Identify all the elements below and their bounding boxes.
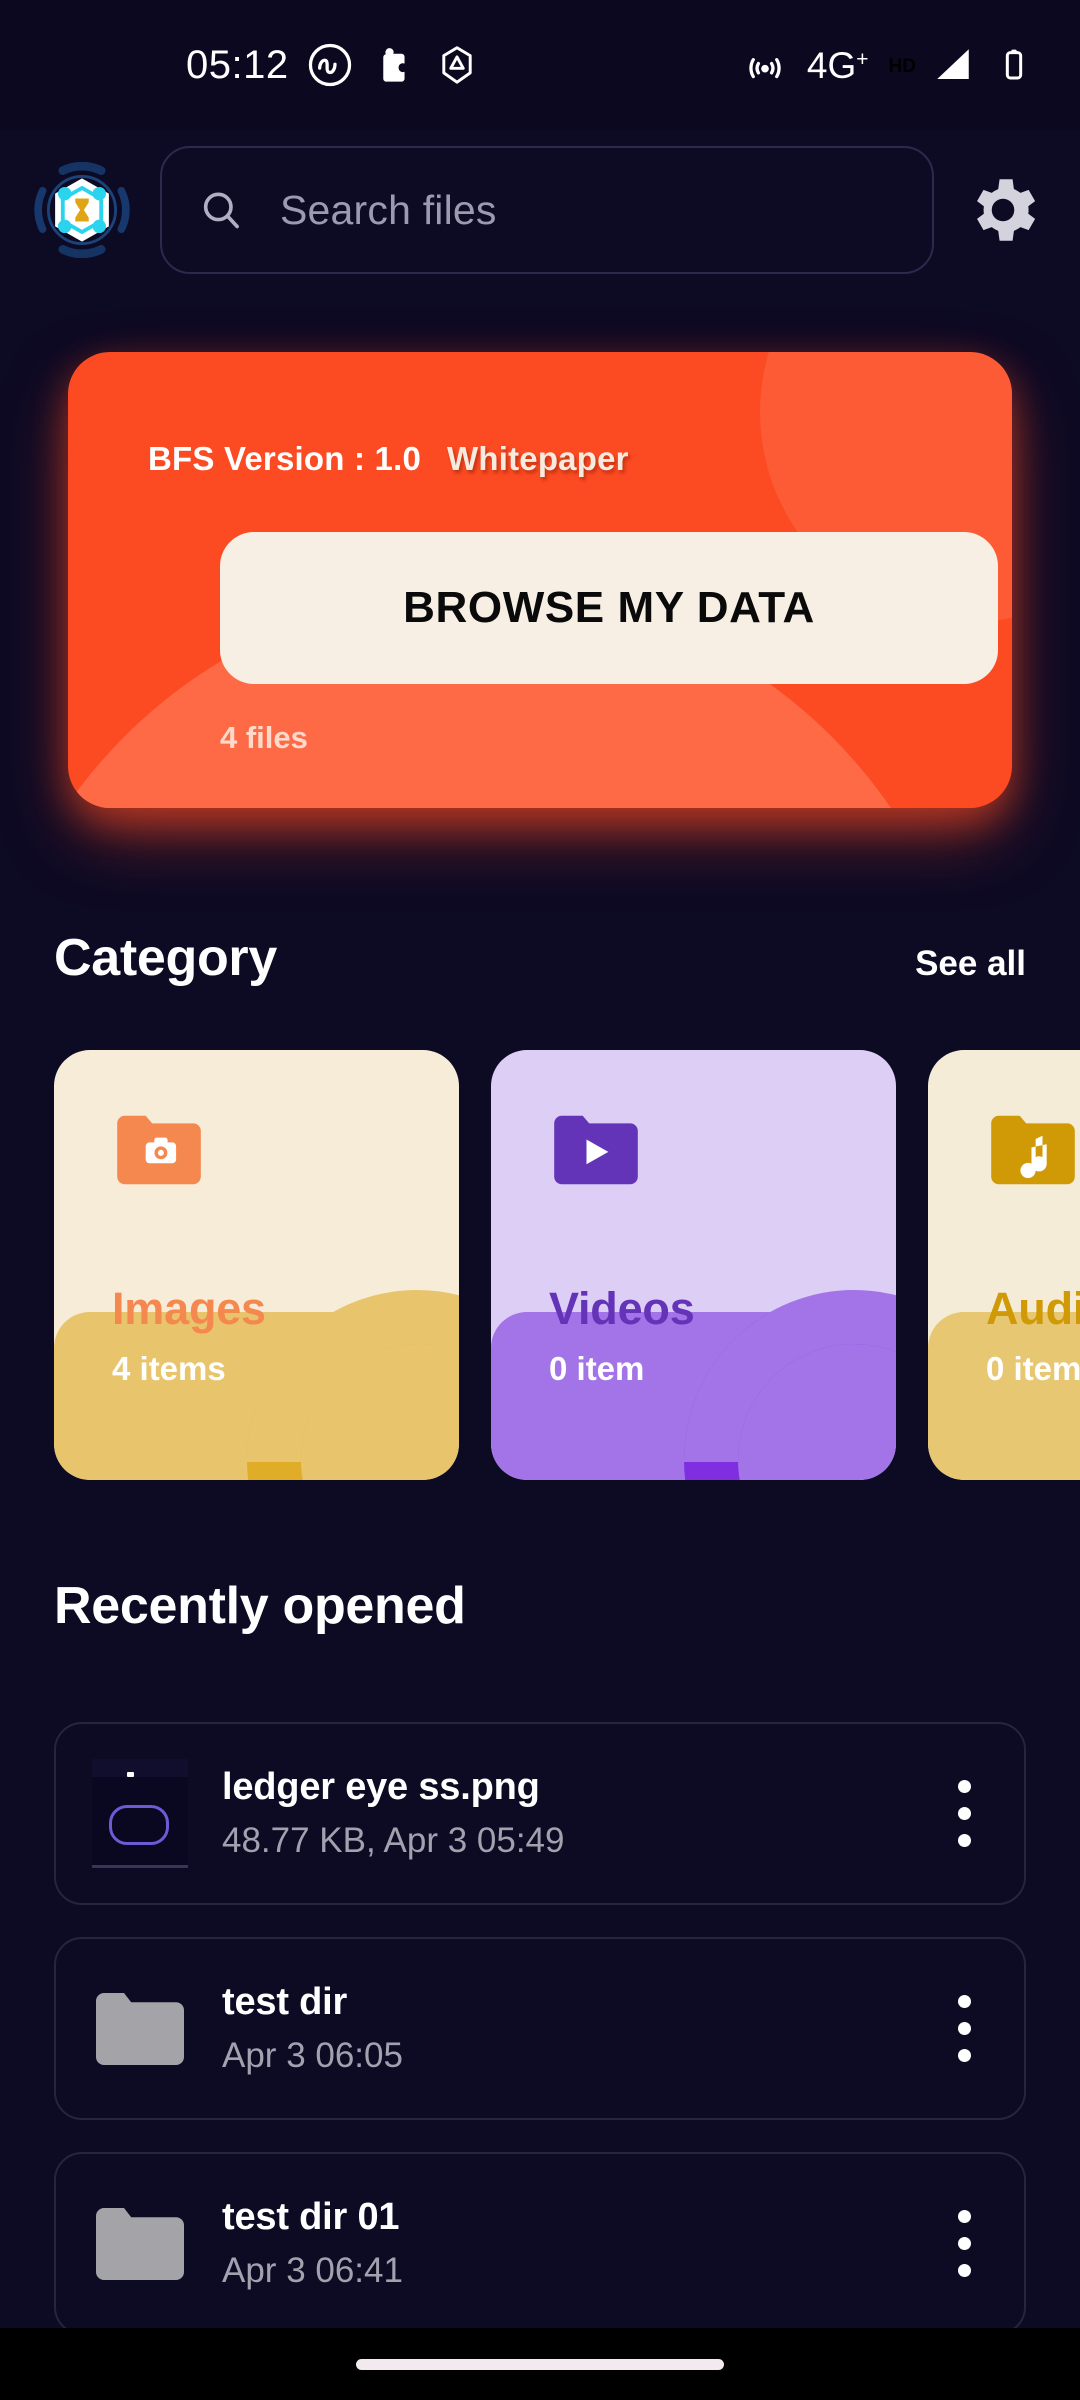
bfs-app-logo[interactable] (34, 161, 130, 259)
list-item[interactable]: ledger eye ss.png 48.77 KB, Apr 3 05:49 (54, 1722, 1026, 1905)
whitepaper-link[interactable]: Whitepaper (447, 440, 629, 478)
battery-icon (994, 45, 1034, 85)
kebab-menu-icon[interactable] (940, 2198, 988, 2290)
app-header: Search files (0, 130, 1080, 290)
recently-opened-title: Recently opened (54, 1577, 466, 1635)
category-card-count: 4 items (112, 1350, 226, 1387)
category-card-videos[interactable]: Videos 0 item (491, 1050, 896, 1480)
list-item-text: ledger eye ss.png 48.77 KB, Apr 3 05:49 (222, 1766, 940, 1861)
category-card-audio[interactable]: Audio 0 item (928, 1050, 1080, 1480)
file-meta: Apr 3 06:05 (222, 2036, 403, 2075)
file-meta: Apr 3 06:41 (222, 2251, 403, 2290)
search-icon (198, 187, 244, 233)
hero-card: BFS Version : 1.0 Whitepaper BROWSE MY D… (68, 352, 1012, 808)
category-card-footer (928, 1312, 1080, 1480)
status-bar-left: 05:12 (186, 42, 479, 88)
file-name: ledger eye ss.png (222, 1766, 540, 1808)
network-type-label: 4G + (806, 44, 869, 86)
folder-icon (92, 2189, 188, 2299)
category-card-images[interactable]: Images 4 items (54, 1050, 459, 1480)
app-screen: 05:12 4G + HD Search files BFS Version:… (0, 0, 1080, 2400)
list-item[interactable]: test dir Apr 3 06:05 (54, 1937, 1026, 2120)
home-indicator[interactable] (356, 2358, 724, 2370)
category-see-all-button[interactable]: See all (915, 944, 1026, 984)
category-card-label: Audio (986, 1283, 1080, 1334)
browse-my-data-button[interactable]: BROWSE MY DATA (220, 532, 998, 684)
file-meta: 48.77 KB, Apr 3 05:49 (222, 1821, 565, 1860)
file-name: test dir (222, 1981, 348, 2023)
recent-section-header: Recently opened (0, 1576, 1080, 1636)
status-bar: 05:12 4G + HD (0, 0, 1080, 130)
image-thumbnail (92, 1758, 188, 1869)
triangle-app-icon (435, 43, 479, 87)
settings-button[interactable] (960, 167, 1046, 253)
list-item-text: test dir Apr 3 06:05 (222, 1981, 940, 2076)
puzzle-extension-icon (371, 42, 417, 88)
hd-voice-label: HD (888, 56, 916, 77)
signal-icon (932, 44, 974, 86)
category-card-count: 0 item (986, 1350, 1080, 1387)
category-section-header: Category See all (0, 928, 1080, 988)
music-folder-icon (986, 1112, 1080, 1188)
kebab-menu-icon[interactable] (940, 1768, 988, 1860)
search-placeholder: Search files (280, 186, 497, 233)
list-item-text: test dir 01 Apr 3 06:41 (222, 2196, 940, 2291)
gear-icon (962, 169, 1044, 251)
recently-opened-list: ledger eye ss.png 48.77 KB, Apr 3 05:49 … (54, 1722, 1026, 2367)
coinmarketcap-icon (307, 42, 353, 88)
bfs-version-label: BFS Version : 1.0 (148, 440, 421, 477)
file-name: test dir 01 (222, 2196, 400, 2238)
hero-version-row: BFS Version : 1.0 Whitepaper (148, 440, 629, 478)
status-bar-clock: 05:12 (186, 43, 289, 87)
system-navigation-bar (0, 2328, 1080, 2400)
hotspot-icon (743, 43, 787, 87)
status-bar-right: 4G + HD (743, 43, 1034, 87)
kebab-menu-icon[interactable] (940, 1983, 988, 2075)
play-folder-icon (549, 1112, 643, 1188)
list-item[interactable]: test dir 01 Apr 3 06:41 (54, 2152, 1026, 2335)
category-card-label: Videos (549, 1283, 695, 1334)
category-card-count: 0 item (549, 1350, 645, 1387)
category-title: Category (54, 929, 277, 987)
category-card-label: Images (112, 1283, 266, 1334)
search-input[interactable]: Search files (160, 146, 934, 274)
hero-file-count: 4 files (220, 720, 308, 755)
folder-icon (92, 1974, 188, 2084)
category-card-row[interactable]: Images 4 items Videos 0 item Audi 0 item (0, 1050, 1080, 1480)
camera-folder-icon (112, 1112, 206, 1188)
